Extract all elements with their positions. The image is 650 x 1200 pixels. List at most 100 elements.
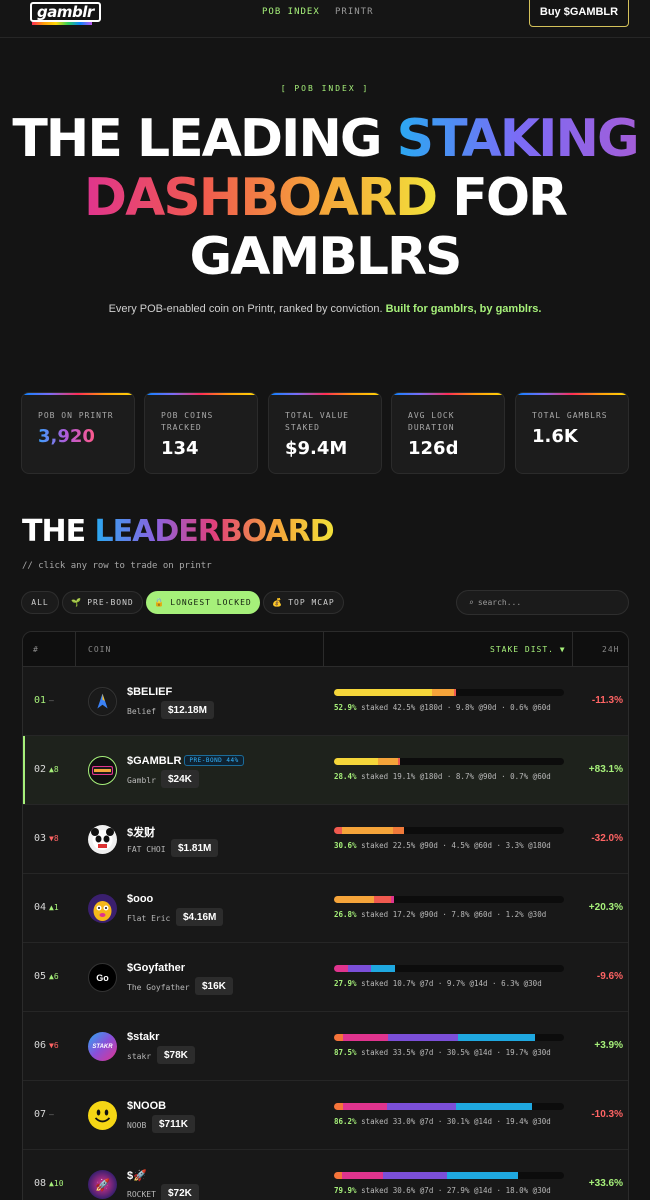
table-row[interactable]: 05 ▲6 Go $Goyfather The Goyfather $16K 27… — [23, 943, 628, 1012]
seedling-icon: 🌱 — [71, 598, 83, 607]
stat-value: 1.6K — [532, 426, 578, 447]
stat-value: 126d — [408, 438, 459, 459]
coin-mcap: $78K — [157, 1046, 195, 1064]
coin-avatar — [88, 1101, 117, 1130]
coin-ticker: $BELIEF — [127, 686, 173, 698]
coin-name: stakr — [127, 1052, 152, 1061]
table-row[interactable]: 07– $NOOB NOOB $711K 86.2% staked 33.0% … — [23, 1081, 628, 1150]
stat-value: 134 — [161, 438, 199, 459]
stake-breakdown: staked 42.5% @180d · 9.8% @90d · 0.6% @6… — [356, 703, 551, 712]
ticker-text: $GAMBLR — [127, 755, 182, 767]
stake-dist-bar — [334, 896, 564, 903]
col-24h[interactable]: 24H — [602, 645, 619, 654]
coin-ticker: $Goyfather — [127, 962, 186, 974]
stake-breakdown: staked 17.2% @90d · 7.8% @60d · 1.2% @30… — [356, 910, 547, 919]
gamblr-logo[interactable]: gamblr — [30, 2, 101, 22]
rank-up-icon: ▲1 — [49, 903, 59, 912]
filter-top-mcap[interactable]: 💰 TOP MCAP — [263, 591, 344, 614]
col-divider — [572, 632, 573, 667]
stat-label: AVG LOCK DURATION — [408, 411, 455, 432]
search-input[interactable]: ⌕ search... — [456, 590, 629, 615]
row-rank: 01– — [34, 695, 54, 706]
rank-move-flat-icon: – — [49, 1110, 54, 1119]
hero-eyebrow: [ POB INDEX ] — [280, 84, 370, 93]
coin-ticker: $NOOB — [127, 1100, 167, 1112]
rank-number: 02 — [34, 764, 47, 775]
row-rank: 05 ▲6 — [34, 971, 59, 982]
nav-link-pob-index[interactable]: POB INDEX — [262, 7, 320, 17]
staked-pct: 28.4% — [334, 772, 357, 781]
stake-breakdown: staked 30.6% @7d · 27.9% @14d · 18.0% @3… — [356, 1186, 551, 1195]
coin-mcap: $711K — [152, 1115, 195, 1133]
move-amount: 8 — [53, 834, 59, 843]
row-rank: 04 ▲1 — [34, 902, 59, 913]
hero-line2-b: FOR — [436, 168, 568, 228]
search-icon: ⌕ — [469, 598, 474, 607]
stake-dist-bar — [334, 827, 564, 834]
pre-bond-badge: PRE-BOND 44% — [184, 755, 244, 766]
coin-avatar: Go — [88, 963, 117, 992]
stat-label: TOTAL GAMBLRS — [532, 411, 608, 420]
stat-card-total-value-staked: TOTAL VALUE STAKED $9.4M — [268, 392, 382, 474]
filter-label: LONGEST LOCKED — [170, 598, 252, 607]
coin-mcap: $24K — [161, 770, 199, 788]
money-bag-icon: 💰 — [272, 598, 284, 607]
change-24h: -32.0% — [591, 833, 623, 844]
coin-avatar — [88, 825, 117, 854]
rocket-icon: 🚀 — [95, 1177, 110, 1192]
coin-name: Flat Eric — [127, 914, 171, 923]
rank-number: 03 — [34, 833, 47, 844]
table-row[interactable]: 04 ▲1 $ooo Flat Eric $4.16M 26.8% staked … — [23, 874, 628, 943]
filter-label: TOP MCAP — [288, 598, 335, 607]
stake-breakdown: staked 33.0% @7d · 30.1% @14d · 19.4% @3… — [356, 1117, 551, 1126]
col-rank: # — [33, 645, 39, 654]
rank-number: 06 — [34, 1040, 47, 1051]
stat-label: POB ON PRINTR — [38, 411, 114, 420]
coin-mcap: $4.16M — [176, 908, 224, 926]
filter-label: ALL — [31, 598, 49, 607]
table-header: # COIN STAKE DIST. ▼ 24H — [23, 632, 628, 667]
coin-name: FAT CHOI — [127, 845, 166, 854]
hero-dashboard-word: DASHBOARD — [83, 168, 438, 228]
rank-number: 01 — [34, 695, 47, 706]
stat-label: TOTAL VALUE STAKED — [285, 411, 349, 432]
move-amount: 10 — [53, 1179, 64, 1188]
coin-mcap: $1.81M — [171, 839, 219, 857]
change-24h: +3.9% — [594, 1040, 623, 1051]
nav-link-printr[interactable]: PRINTR — [335, 7, 374, 17]
buy-gamblr-button[interactable]: Buy $GAMBLR — [529, 0, 629, 27]
rank-number: 05 — [34, 971, 47, 982]
rank-number: 08 — [34, 1178, 47, 1189]
stat-card-avg-lock-duration: AVG LOCK DURATION 126d — [391, 392, 505, 474]
lock-icon: 🔒 — [154, 598, 166, 607]
table-row[interactable]: 06 ▼6 STAKR $stakr stakr $78K 87.5% stake… — [23, 1012, 628, 1081]
stake-dist-text: 30.6% staked 22.5% @90d · 4.5% @60d · 3.… — [334, 841, 551, 850]
staked-pct: 26.8% — [334, 910, 357, 919]
table-row[interactable]: 02 ▲8 $GAMBLR PRE-BOND 44% Gamblr $24K 28.… — [23, 736, 628, 805]
staked-pct: 52.9% — [334, 703, 357, 712]
move-amount: 8 — [53, 765, 59, 774]
table-row[interactable]: 08 ▲10 🚀 $🚀 ROCKET $72K 79.9% staked 30.6… — [23, 1150, 628, 1200]
stake-dist-text: 52.9% staked 42.5% @180d · 9.8% @90d · 0… — [334, 703, 551, 712]
coin-name: The Goyfather — [127, 983, 190, 992]
col-stake-dist[interactable]: STAKE DIST. ▼ — [490, 645, 566, 654]
rank-up-icon: ▲6 — [49, 972, 59, 981]
filter-longest-locked[interactable]: 🔒 LONGEST LOCKED — [146, 591, 260, 614]
coin-avatar — [88, 756, 117, 785]
rank-number: 07 — [34, 1109, 47, 1120]
hero-subtitle: Every POB-enabled coin on Printr, ranked… — [0, 303, 650, 315]
col-divider — [75, 632, 76, 667]
stake-dist-bar — [334, 689, 564, 696]
move-amount: 6 — [53, 972, 59, 981]
table-row[interactable]: 03 ▼8 $发财 FAT CHOI $1.81M 30.6% staked 22… — [23, 805, 628, 874]
leaderboard-title-word: LEADERBOARD — [94, 514, 335, 549]
move-amount: 1 — [53, 903, 59, 912]
logo-rainbow-bar — [32, 22, 92, 25]
coin-ticker: $🚀 — [127, 1170, 147, 1182]
row-rank: 06 ▼6 — [34, 1040, 59, 1051]
coin-name: Gamblr — [127, 776, 156, 785]
leaderboard-table: # COIN STAKE DIST. ▼ 24H 01– $BELIEF Bel… — [22, 631, 629, 1200]
filter-pre-bond[interactable]: 🌱 PRE-BOND — [62, 591, 143, 614]
filter-all[interactable]: ALL — [21, 591, 59, 614]
table-row[interactable]: 01– $BELIEF Belief $12.18M 52.9% staked … — [23, 667, 628, 736]
